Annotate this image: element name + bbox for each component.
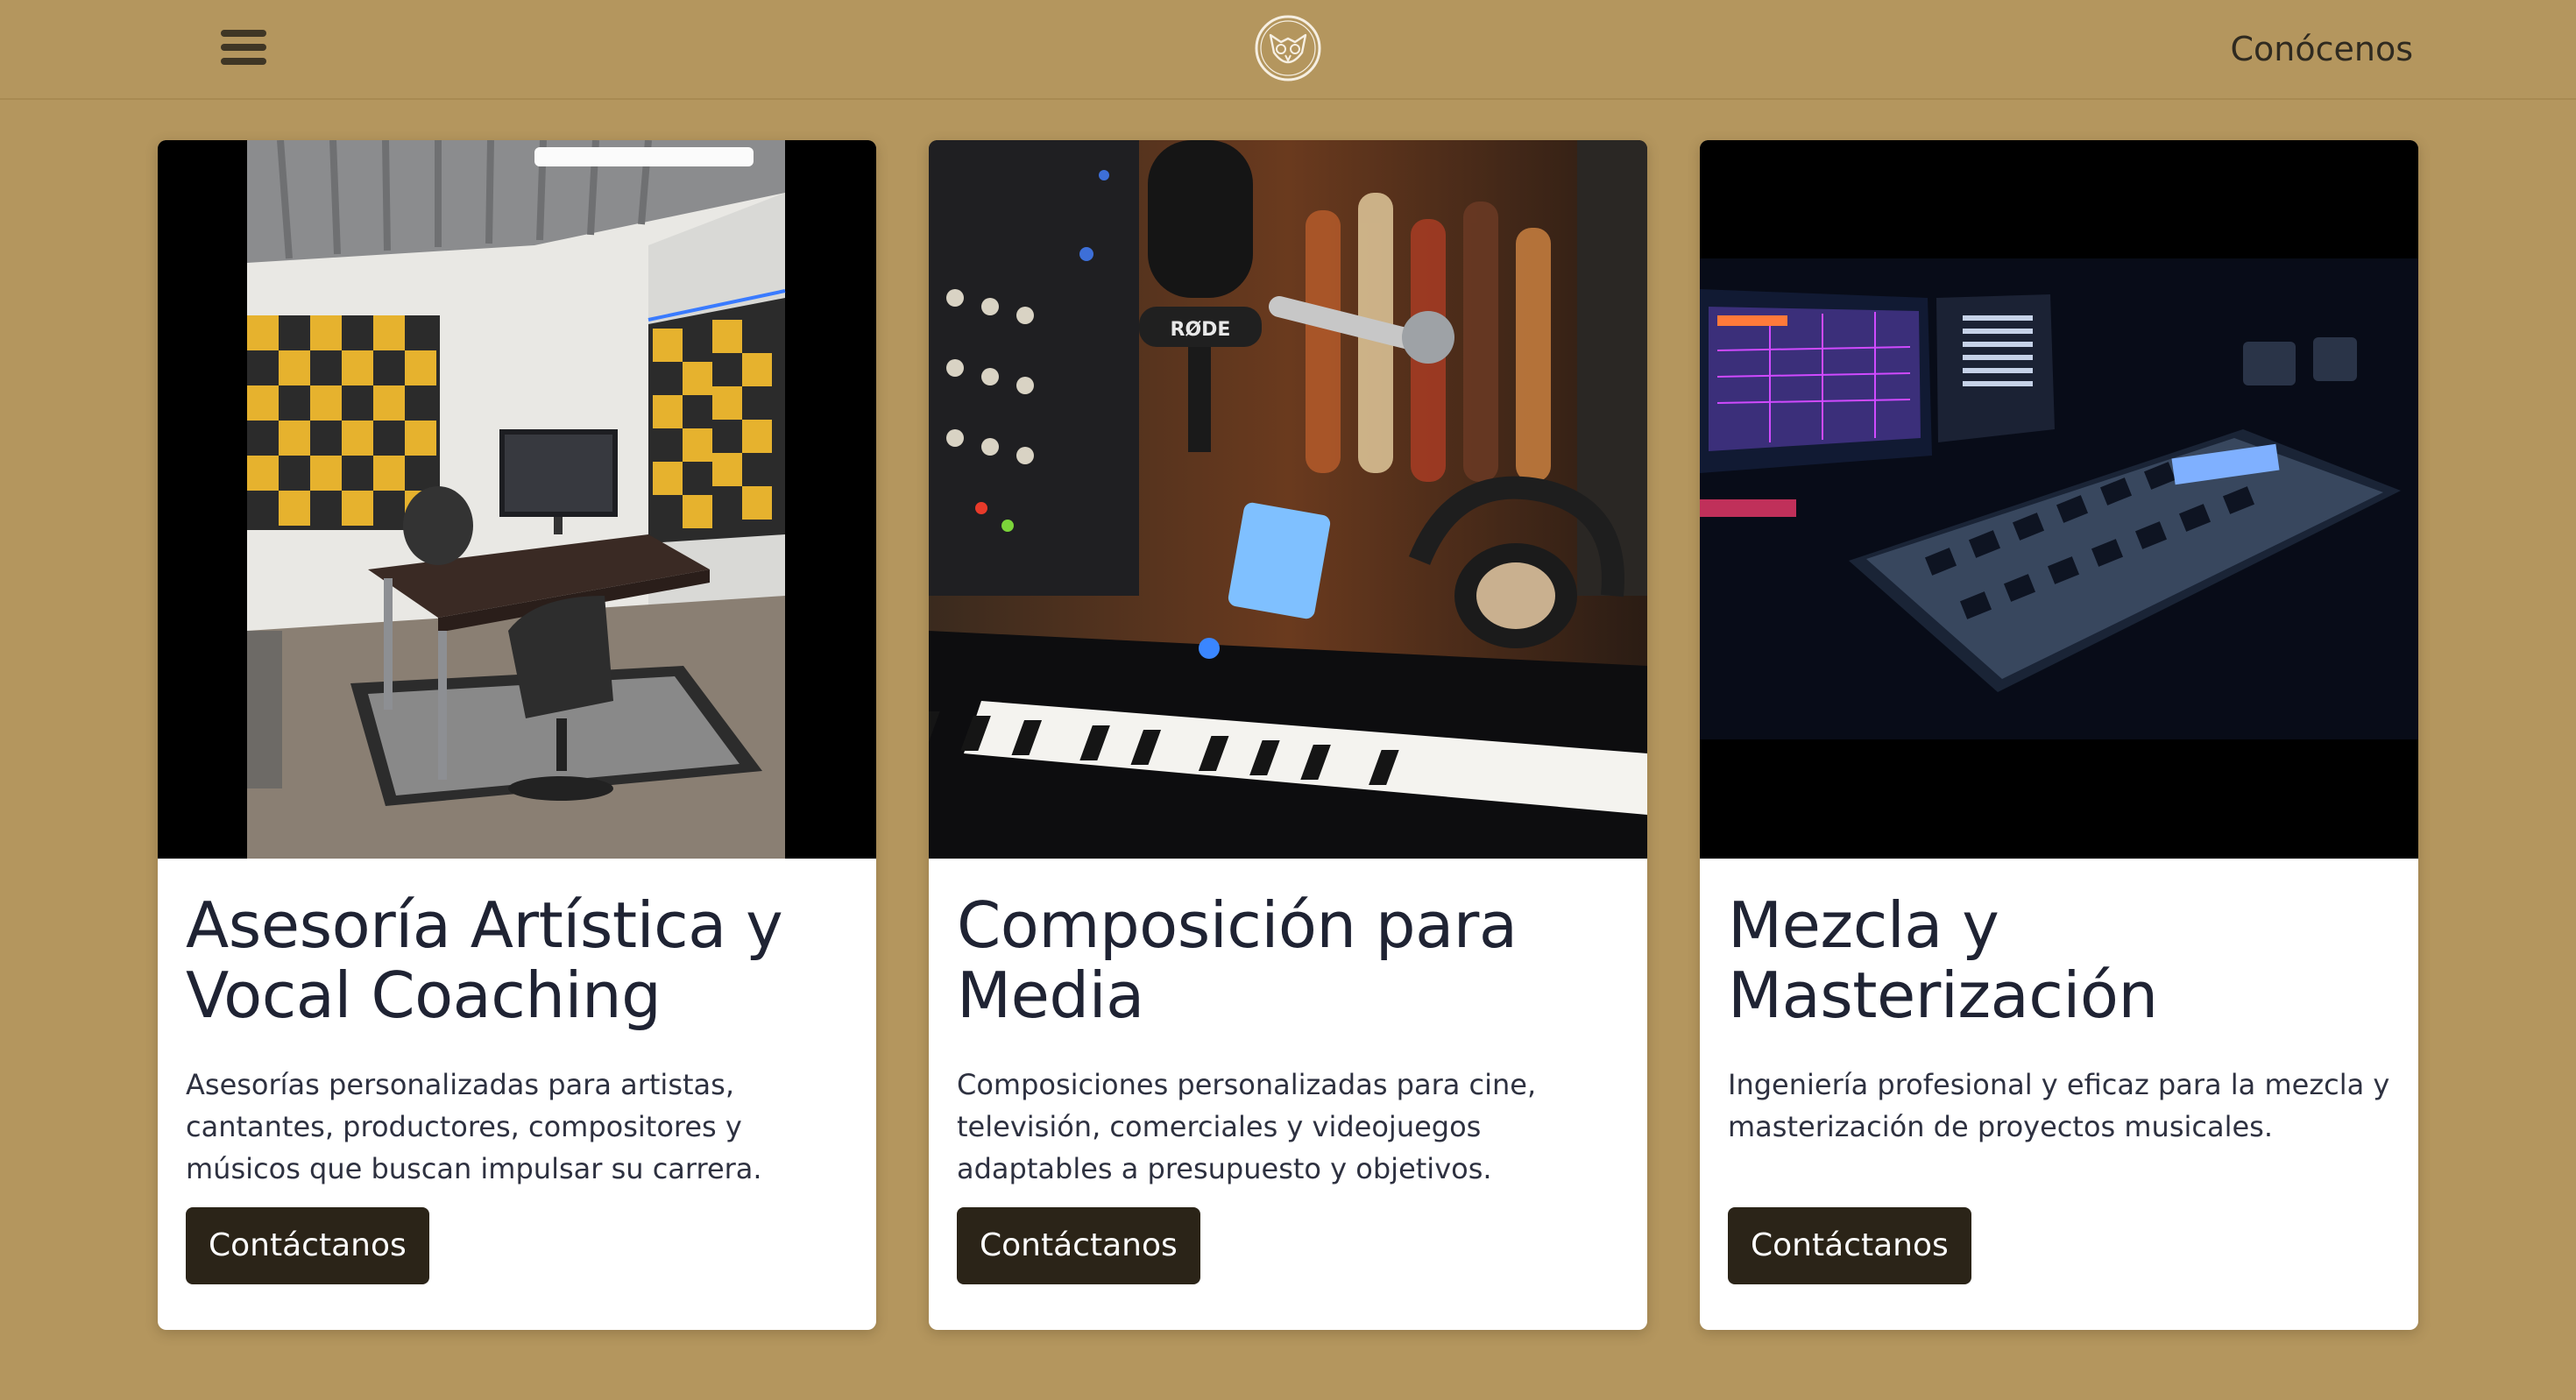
owl-logo-icon[interactable] — [1251, 14, 1325, 82]
card-description: Composiciones personalizadas para cine, … — [957, 1068, 1537, 1185]
nav-link-conocenos[interactable]: Conócenos — [2230, 26, 2413, 72]
card-description: Asesorías personalizadas para artistas, … — [186, 1068, 762, 1185]
contact-button[interactable]: Contáctanos — [957, 1207, 1200, 1284]
hamburger-menu-icon[interactable] — [219, 26, 268, 68]
card-title: Composición para Media — [957, 888, 1518, 1032]
card-description: Ingeniería profesional y eficaz para la … — [1728, 1068, 2390, 1143]
service-card-composicion: RØDE Composición para Media Composicione… — [929, 140, 1647, 1330]
service-card-mezcla: Mezcla y Masterización Ingeniería profes… — [1700, 140, 2418, 1330]
contact-button[interactable]: Contáctanos — [1728, 1207, 1971, 1284]
card-title: Asesoría Artística y Vocal Coaching — [186, 888, 783, 1032]
svg-text:RØDE: RØDE — [1171, 319, 1231, 341]
service-card-asesoria: Asesoría Artística y Vocal Coaching Ases… — [158, 140, 876, 1330]
card-title: Mezcla y Masterización — [1728, 888, 2158, 1032]
contact-button[interactable]: Contáctanos — [186, 1207, 429, 1284]
navbar: Conócenos — [0, 0, 2576, 100]
microphone-and-keyboard-photo: RØDE — [929, 140, 1647, 859]
mixing-console-photo — [1700, 140, 2418, 859]
recording-studio-room-photo — [158, 140, 876, 859]
services-cards: Asesoría Artística y Vocal Coaching Ases… — [158, 140, 2418, 1330]
